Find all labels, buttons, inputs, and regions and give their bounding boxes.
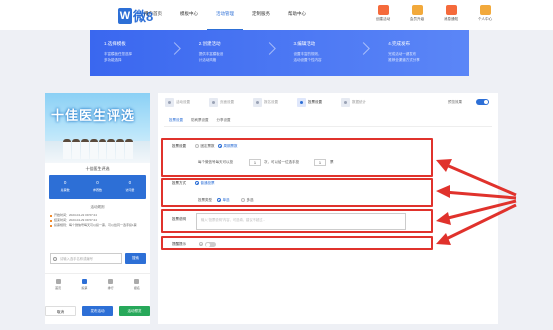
home-icon <box>55 279 61 284</box>
poster-title: 十佳医生评选 <box>51 108 136 123</box>
nav-item-templates[interactable]: 模板中心 <box>171 0 207 30</box>
preview-toggle-label: 预览效果 <box>448 100 462 104</box>
chart-icon <box>341 98 350 107</box>
search-icon <box>53 257 57 261</box>
bullet-icon <box>50 219 52 222</box>
phone-action-buttons: 取消 发布活动 活动预览 <box>45 306 150 316</box>
preview-toggle[interactable] <box>476 99 489 105</box>
vip-upgrade-link[interactable]: 会员升级 <box>400 5 434 22</box>
personal-center-link[interactable]: 个人中心 <box>468 5 502 22</box>
create-activity-link[interactable]: 创建活动 <box>366 5 400 22</box>
top-nav-bar: W 微8 用户首页 模板中心 活动管理 定制服务 帮助中心 创建活动 会员升级 … <box>0 0 553 30</box>
player-search-input[interactable]: 请输入选手名称或编号 <box>50 253 122 264</box>
stat-visits: 0 访问量 <box>125 180 135 192</box>
highlight-box-vote-description <box>161 209 433 233</box>
signup-icon <box>134 279 140 284</box>
phone-preview: 十佳医生评选 十佳医生评选 0 总票数 0 参赛数 0 访问量 活动规则 开始时… <box>45 93 150 324</box>
rule-item: 投票规则：每个微信号每天可以投一票，可以给同一选手投1票 <box>50 223 146 228</box>
step-2: 2.创建活动 提供丰富模板设 计活动风格 <box>185 30 280 76</box>
tab-vote-settings[interactable]: 投票设置 <box>296 97 336 108</box>
search-button[interactable]: 搜索 <box>125 253 146 264</box>
phone-tab-signup[interactable]: 报名 <box>124 274 150 295</box>
phone-tab-bar: 首页 投票 排行 报名 <box>45 273 150 295</box>
tab-statistics[interactable]: 数据统计 <box>340 97 380 108</box>
nav-item-help[interactable]: 帮助中心 <box>279 0 315 30</box>
bullet-icon <box>50 214 52 217</box>
nav-item-home[interactable]: 用户首页 <box>135 0 171 30</box>
settings-icon <box>165 98 174 107</box>
settings-tabs: 活动设置 页面设置 报名设置 投票设置 数据统计 <box>164 97 380 108</box>
step-3: 3.编辑活动 设置丰富的规则， 活动设置个性内容 <box>280 30 375 76</box>
signup-icon <box>253 98 262 107</box>
vote-icon <box>81 279 87 284</box>
bullet-icon <box>50 224 52 227</box>
stats-bar: 0 总票数 0 参赛数 0 访问量 <box>49 175 146 199</box>
publish-activity-button[interactable]: 发布活动 <box>82 306 113 316</box>
highlight-box-vote-method <box>161 178 433 207</box>
tab-page-settings[interactable]: 页面设置 <box>208 97 248 108</box>
tab-activity-settings[interactable]: 活动设置 <box>164 97 204 108</box>
phone-tab-ranking[interactable]: 排行 <box>98 274 124 295</box>
bell-icon <box>445 5 457 15</box>
step-4: 4.完成发布 完成活动一键发布 推荐全渠道方式分享 <box>388 41 420 62</box>
top-right-actions: 创建活动 会员升级 消息通知 个人中心 <box>366 5 502 22</box>
logo-mark: W <box>118 7 132 24</box>
create-icon <box>377 5 389 15</box>
rules-title: 活动规则 <box>90 205 105 209</box>
divider <box>164 126 492 127</box>
vip-icon <box>411 5 423 15</box>
activity-name: 十佳医生评选 <box>85 166 110 171</box>
highlight-box-vote-limit <box>161 138 433 177</box>
preview-activity-button[interactable]: 活动预览 <box>119 306 150 316</box>
phone-tab-vote[interactable]: 投票 <box>71 274 97 295</box>
stat-entries: 0 参赛数 <box>92 180 102 192</box>
poster-image: 十佳医生评选 <box>45 93 150 163</box>
nav-item-activity-management[interactable]: 活动管理 <box>207 0 243 30</box>
cancel-button[interactable]: 取消 <box>45 306 76 316</box>
notifications-link[interactable]: 消息通知 <box>434 5 468 22</box>
ranking-icon <box>108 279 114 284</box>
highlight-box-reminder <box>161 236 433 250</box>
tab-signup-settings[interactable]: 报名设置 <box>252 97 292 108</box>
vote-icon <box>297 98 306 107</box>
doctors-graphic <box>63 139 133 159</box>
phone-tab-home[interactable]: 首页 <box>45 274 71 295</box>
rules-list: 开始时间：2023-04-22 09:57:24 结束时间：2023-04-29… <box>50 213 146 228</box>
step-1: 1.选择模板 丰富模板任您选择 多功能选择 <box>90 30 185 76</box>
user-icon <box>479 5 491 15</box>
steps-banner: 1.选择模板 丰富模板任您选择 多功能选择 2.创建活动 提供丰富模板设 计活动… <box>90 30 469 76</box>
stat-total-votes: 0 总票数 <box>60 180 70 192</box>
nav-item-custom-service[interactable]: 定制服务 <box>243 0 279 30</box>
page-icon <box>209 98 218 107</box>
main-nav: 用户首页 模板中心 活动管理 定制服务 帮助中心 <box>135 0 315 30</box>
